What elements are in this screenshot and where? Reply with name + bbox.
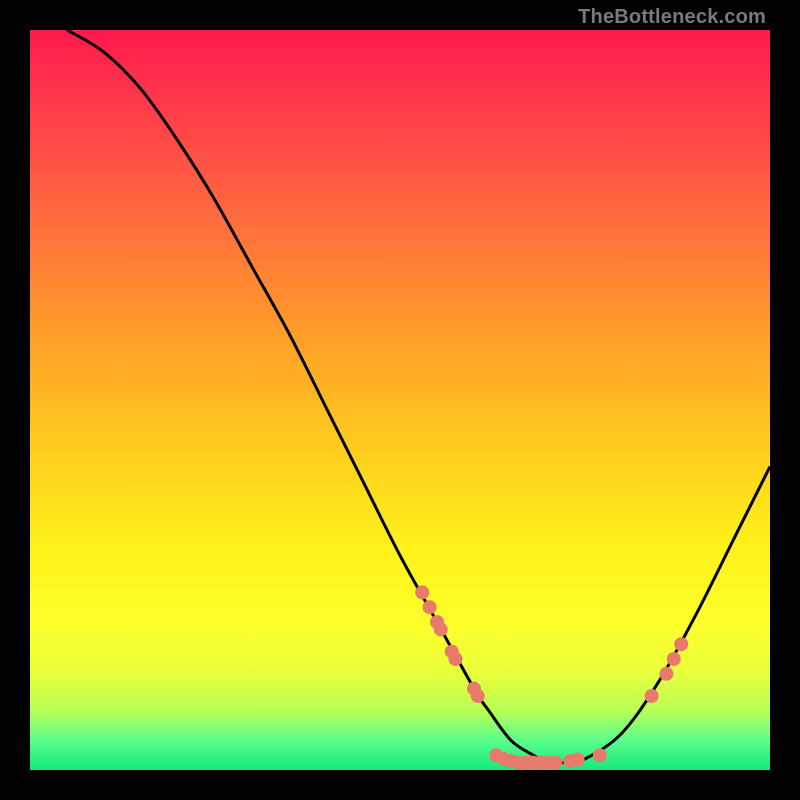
marker-dot (434, 622, 448, 636)
marker-dot (667, 652, 681, 666)
marker-dot (674, 637, 688, 651)
marker-group (415, 585, 688, 769)
marker-dot (471, 689, 485, 703)
attribution-text: TheBottleneck.com (578, 6, 766, 29)
marker-dot (645, 689, 659, 703)
curve-svg (30, 30, 770, 770)
marker-dot (415, 585, 429, 599)
chart-frame: TheBottleneck.com (0, 0, 800, 800)
marker-dot (449, 652, 463, 666)
marker-dot (593, 748, 607, 762)
plot-area (30, 30, 770, 770)
bottleneck-curve-path (67, 30, 770, 763)
marker-dot (571, 753, 585, 767)
marker-dot (659, 667, 673, 681)
marker-dot (548, 756, 562, 770)
marker-dot (423, 600, 437, 614)
